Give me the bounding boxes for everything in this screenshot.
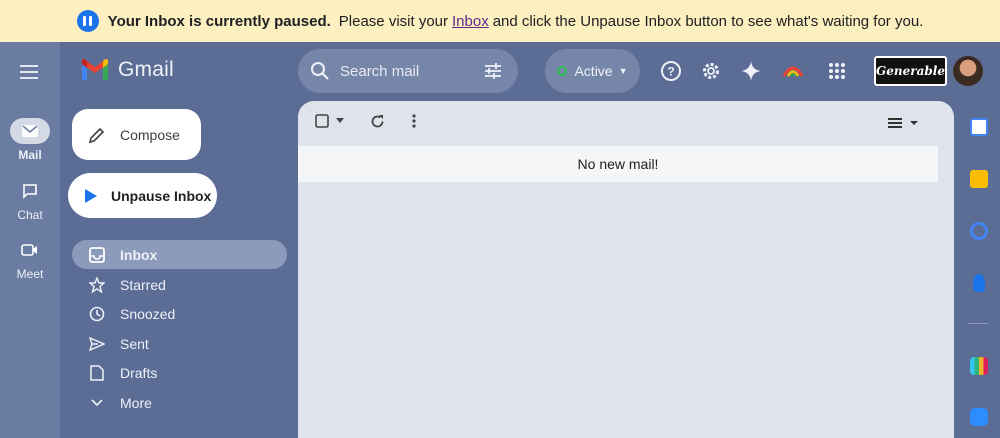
nav-label-snoozed: Snoozed (120, 305, 176, 322)
nav-item-starred[interactable]: Starred (72, 270, 287, 299)
side-panel (954, 101, 1000, 438)
side-divider (968, 323, 988, 324)
banner-bold-text: Your Inbox is currently paused. (107, 12, 331, 30)
nav-label-drafts: Drafts (120, 364, 158, 381)
play-icon (85, 188, 97, 203)
brand-logo[interactable]: Generable (874, 56, 947, 86)
nav-item-sent[interactable]: Sent (72, 329, 287, 358)
status-dropdown[interactable]: Active ▼ (545, 49, 640, 93)
mail-icon (10, 118, 50, 144)
nav-item-inbox[interactable]: Inbox (72, 240, 287, 269)
apps-grid-icon[interactable] (826, 60, 848, 82)
paused-inbox-banner: Your Inbox is currently paused. Please v… (0, 0, 1000, 42)
search-input[interactable]: Search mail (340, 63, 484, 80)
rail-label-mail: Mail (18, 148, 42, 162)
star-icon (88, 276, 106, 294)
unpause-label: Unpause Inbox (111, 187, 212, 204)
tasks-icon[interactable] (970, 222, 988, 240)
calendar-icon[interactable] (970, 118, 988, 136)
mail-toolbar (298, 101, 954, 145)
select-all-checkbox[interactable] (315, 114, 329, 128)
help-icon[interactable]: ? (660, 60, 682, 82)
gmail-logo[interactable]: Gmail (80, 58, 174, 82)
density-toggle-icon[interactable] (888, 118, 920, 128)
chevron-down-icon (88, 394, 106, 412)
main-menu-icon[interactable] (20, 65, 38, 83)
nav-label-sent: Sent (120, 335, 149, 352)
refresh-icon[interactable] (370, 114, 385, 129)
compose-label: Compose (120, 126, 180, 143)
rail-item-mail[interactable]: Mail (0, 118, 60, 162)
search-bar[interactable]: Search mail (298, 49, 518, 93)
nav-item-drafts[interactable]: Drafts (72, 358, 287, 387)
app-rail: Mail Chat Meet (0, 42, 60, 438)
keep-icon[interactable] (970, 170, 988, 188)
banner-text-before: Please visit your (338, 12, 448, 30)
banner-inbox-link[interactable]: Inbox (452, 13, 489, 30)
zoom-icon[interactable] (970, 408, 988, 426)
svg-text:?: ? (667, 65, 674, 79)
empty-inbox-message: No new mail! (298, 146, 938, 182)
unpause-inbox-button[interactable]: Unpause Inbox (68, 173, 217, 218)
nav-label-starred: Starred (120, 276, 166, 293)
gmail-m-icon (82, 59, 108, 80)
pencil-icon (88, 127, 105, 143)
rail-item-meet[interactable]: Meet (0, 237, 60, 281)
pause-icon (76, 10, 99, 32)
contacts-icon[interactable] (973, 274, 985, 292)
more-options-icon[interactable] (412, 114, 416, 128)
slack-icon[interactable] (970, 357, 988, 375)
nav-label-more: More (120, 394, 152, 411)
gemini-sparkle-icon[interactable] (740, 60, 762, 82)
status-dot-icon (557, 66, 568, 76)
rail-item-chat[interactable]: Chat (0, 178, 60, 222)
extension-icon[interactable] (782, 60, 804, 82)
select-dropdown-icon[interactable] (336, 118, 344, 123)
draft-icon (88, 364, 106, 382)
nav-label-inbox: Inbox (120, 246, 158, 263)
video-icon (10, 237, 50, 263)
compose-button[interactable]: Compose (72, 109, 201, 160)
rail-label-meet: Meet (16, 267, 44, 281)
app-name: Gmail (118, 58, 174, 81)
clock-icon (88, 305, 106, 323)
chevron-down-icon: ▼ (618, 66, 628, 76)
avatar[interactable] (953, 56, 983, 86)
send-icon (88, 335, 106, 353)
banner-text-after: and click the Unpause Inbox button to se… (492, 12, 924, 30)
rail-label-chat: Chat (17, 208, 43, 222)
chat-icon (10, 178, 50, 204)
search-icon[interactable] (310, 61, 330, 81)
search-options-icon[interactable] (484, 63, 502, 79)
inbox-icon (88, 246, 106, 264)
nav-item-snoozed[interactable]: Snoozed (72, 299, 287, 328)
mail-list-panel: No new mail! (298, 101, 954, 438)
settings-gear-icon[interactable] (700, 60, 722, 82)
nav-item-more[interactable]: More (72, 388, 287, 417)
status-label: Active (574, 63, 613, 79)
